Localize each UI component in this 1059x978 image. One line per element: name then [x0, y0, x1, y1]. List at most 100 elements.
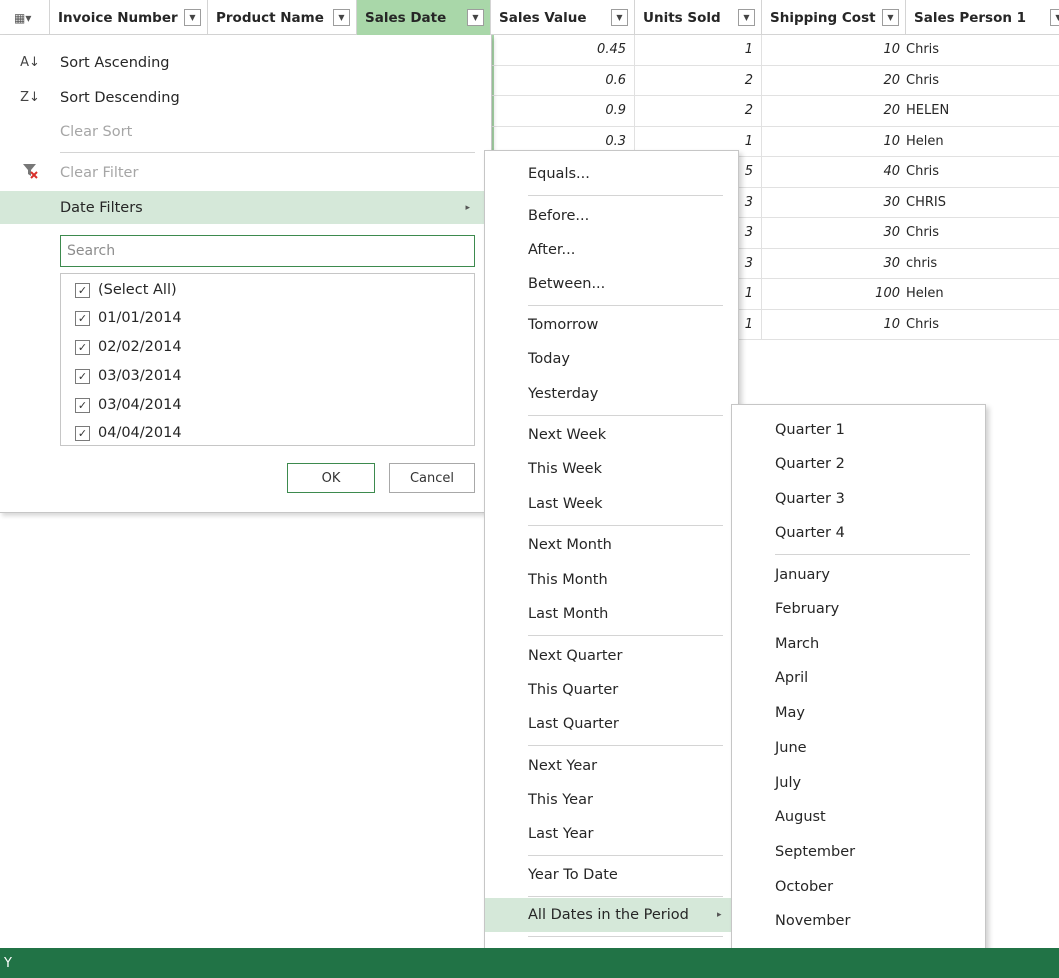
cell-shipping-cost[interactable]: 20 — [762, 96, 906, 126]
period-november[interactable]: November — [732, 904, 985, 938]
cell-shipping-cost[interactable]: 30 — [762, 218, 906, 248]
cell-sales-value[interactable]: 0.6 — [491, 65, 635, 95]
date-filter-next-quarter[interactable]: Next Quarter — [485, 639, 738, 673]
period-quarter-2[interactable]: Quarter 2 — [732, 447, 985, 481]
checkbox-select-all[interactable]: ✓ (Select All) — [75, 276, 177, 304]
cell-sales-person[interactable]: CHRIS — [906, 188, 1059, 218]
cell-sales-person[interactable]: HELEN — [906, 96, 1059, 126]
cell-units-sold[interactable]: 2 — [635, 65, 762, 95]
date-filter-last-year[interactable]: Last Year — [485, 817, 738, 851]
period-july[interactable]: July — [732, 766, 985, 800]
date-filter-next-year[interactable]: Next Year — [485, 749, 738, 783]
checkbox-checked-icon[interactable]: ✓ — [75, 310, 90, 326]
cell-sales-person[interactable]: Chris — [906, 157, 1059, 187]
cell-sales-person[interactable]: chris — [906, 249, 1059, 279]
ok-button[interactable]: OK — [287, 463, 375, 493]
checkbox-value[interactable]: ✓ 02/02/2014 — [75, 333, 182, 361]
filter-dropdown-icon[interactable]: ▼ — [184, 9, 201, 26]
date-filter-tomorrow[interactable]: Tomorrow — [485, 308, 738, 342]
search-input[interactable]: Search — [60, 235, 475, 267]
date-filter-this-year[interactable]: This Year — [485, 783, 738, 817]
cell-sales-value[interactable]: 0.45 — [491, 35, 635, 65]
sort-descending-item[interactable]: Z↓ Sort Descending — [0, 81, 488, 114]
table-row[interactable]: 0.9 2 20 HELEN — [491, 96, 1059, 127]
checkbox-value[interactable]: ✓ 03/04/2014 — [75, 391, 182, 419]
period-quarter-3[interactable]: Quarter 3 — [732, 482, 985, 516]
period-september[interactable]: September — [732, 835, 985, 869]
cell-shipping-cost[interactable]: 10 — [762, 35, 906, 65]
checkbox-checked-icon[interactable]: ✓ — [75, 339, 90, 355]
period-february[interactable]: February — [732, 592, 985, 626]
cell-sales-person[interactable]: Helen — [906, 127, 1059, 157]
date-filter-this-quarter[interactable]: This Quarter — [485, 673, 738, 707]
date-filter-equals[interactable]: Equals... — [485, 157, 738, 191]
cell-units-sold[interactable]: 2 — [635, 96, 762, 126]
cell-sales-person[interactable]: Chris — [906, 35, 1059, 65]
cell-sales-person[interactable]: Helen — [906, 279, 1059, 309]
period-june[interactable]: June — [732, 731, 985, 765]
cell-sales-person[interactable]: Chris — [906, 218, 1059, 248]
clear-filter-item[interactable]: Clear Filter — [0, 156, 488, 189]
checkbox-checked-icon[interactable]: ✓ — [75, 282, 90, 298]
column-header-sales-person-1[interactable]: Sales Person 1 ▼ — [906, 0, 1059, 35]
checkbox-checked-icon[interactable]: ✓ — [75, 397, 90, 413]
cell-shipping-cost[interactable]: 10 — [762, 310, 906, 340]
date-filter-today[interactable]: Today — [485, 342, 738, 376]
checkbox-checked-icon[interactable]: ✓ — [75, 368, 90, 384]
checkbox-value[interactable]: ✓ 04/04/2014 — [75, 419, 182, 447]
filter-dropdown-icon[interactable]: ▼ — [333, 9, 350, 26]
table-row[interactable]: 0.6 2 20 Chris — [491, 65, 1059, 96]
column-header-shipping-cost[interactable]: Shipping Cost ▼ — [762, 0, 906, 35]
clear-sort-item[interactable]: Clear Sort — [0, 115, 488, 148]
column-header-invoice-number[interactable]: Invoice Number ▼ — [50, 0, 208, 35]
column-header-sales-value[interactable]: Sales Value ▼ — [491, 0, 635, 35]
checkbox-checked-icon[interactable]: ✓ — [75, 425, 90, 441]
cell-shipping-cost[interactable]: 100 — [762, 279, 906, 309]
filter-dropdown-icon[interactable]: ▼ — [611, 9, 628, 26]
cancel-button[interactable]: Cancel — [389, 463, 475, 493]
table-menu-icon[interactable]: ▦▾ — [0, 0, 50, 35]
date-filter-all-dates-in-period[interactable]: All Dates in the Period ▸ — [485, 898, 738, 932]
date-filter-next-week[interactable]: Next Week — [485, 418, 738, 452]
cell-sales-person[interactable]: Chris — [906, 310, 1059, 340]
table-row[interactable]: 0.45 1 10 Chris — [491, 35, 1059, 66]
period-may[interactable]: May — [732, 696, 985, 730]
filter-dropdown-icon[interactable]: ▼ — [467, 9, 484, 26]
date-filter-last-quarter[interactable]: Last Quarter — [485, 707, 738, 741]
column-header-units-sold[interactable]: Units Sold ▼ — [635, 0, 762, 35]
period-october[interactable]: October — [732, 870, 985, 904]
cell-sales-value[interactable]: 0.9 — [491, 96, 635, 126]
period-april[interactable]: April — [732, 661, 985, 695]
checkbox-value[interactable]: ✓ 03/03/2014 — [75, 362, 182, 390]
date-filter-this-month[interactable]: This Month — [485, 563, 738, 597]
date-filter-after[interactable]: After... — [485, 233, 738, 267]
date-filter-last-month[interactable]: Last Month — [485, 597, 738, 631]
checkbox-value[interactable]: ✓ 01/01/2014 — [75, 304, 182, 332]
date-filter-next-month[interactable]: Next Month — [485, 528, 738, 562]
date-filter-last-week[interactable]: Last Week — [485, 487, 738, 521]
date-filters-item[interactable]: Date Filters ▸ — [0, 191, 488, 224]
date-filter-yesterday[interactable]: Yesterday — [485, 377, 738, 411]
period-august[interactable]: August — [732, 800, 985, 834]
period-march[interactable]: March — [732, 627, 985, 661]
cell-shipping-cost[interactable]: 30 — [762, 249, 906, 279]
filter-dropdown-icon[interactable]: ▼ — [738, 9, 755, 26]
cell-units-sold[interactable]: 1 — [635, 35, 762, 65]
cell-sales-person[interactable]: Chris — [906, 66, 1059, 96]
sort-ascending-item[interactable]: A↓ Sort Ascending — [0, 46, 488, 79]
column-header-sales-date[interactable]: Sales Date ▼ — [357, 0, 491, 35]
cell-shipping-cost[interactable]: 10 — [762, 127, 906, 157]
cell-shipping-cost[interactable]: 30 — [762, 188, 906, 218]
filter-dropdown-icon[interactable]: ▼ — [882, 9, 899, 26]
date-filter-before[interactable]: Before... — [485, 199, 738, 233]
period-quarter-1[interactable]: Quarter 1 — [732, 413, 985, 447]
period-january[interactable]: January — [732, 558, 985, 592]
filter-dropdown-icon[interactable]: ▼ — [1050, 9, 1059, 26]
period-quarter-4[interactable]: Quarter 4 — [732, 516, 985, 550]
date-filter-year-to-date[interactable]: Year To Date — [485, 858, 738, 892]
date-filter-this-week[interactable]: This Week — [485, 452, 738, 486]
cell-shipping-cost[interactable]: 20 — [762, 66, 906, 96]
column-header-product-name[interactable]: Product Name ▼ — [208, 0, 357, 35]
date-filter-between[interactable]: Between... — [485, 267, 738, 301]
cell-shipping-cost[interactable]: 40 — [762, 157, 906, 187]
